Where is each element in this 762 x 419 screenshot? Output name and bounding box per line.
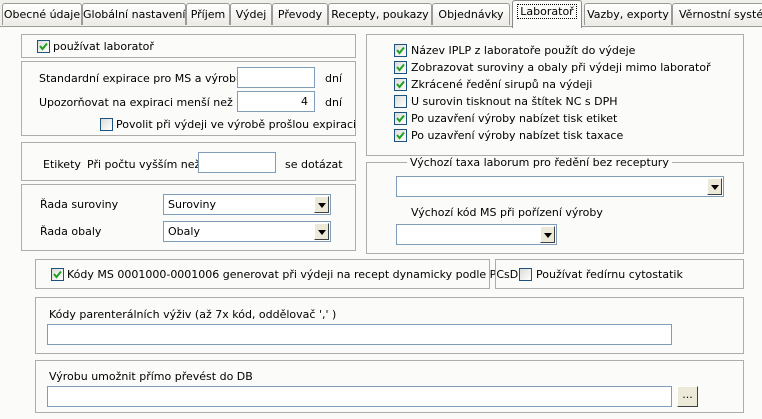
tab-orders[interactable]: Objednávky <box>432 3 510 25</box>
packaging-series-label: Řada obaly <box>40 225 102 238</box>
tax-select[interactable] <box>396 176 724 197</box>
tax-dropdown-button[interactable] <box>707 178 722 195</box>
tab-dispense[interactable]: Výdej <box>230 3 272 25</box>
ms-code-select[interactable] <box>396 224 557 245</box>
tab-bar: Obecné údaje Globální nastavení Příjem V… <box>0 0 762 28</box>
tab-receipt[interactable]: Příjem <box>186 3 230 25</box>
parenteral-label: Kódy parenterálních výživ (až 7x kód, od… <box>49 308 337 321</box>
tax-group: Výchozí taxa laborum pro ředění bez rece… <box>366 156 744 254</box>
check-icon <box>396 63 405 72</box>
allow-expired-checkbox[interactable] <box>100 118 113 131</box>
print-taxation-label: Po uzavření výroby nabízet tisk taxace <box>411 129 624 142</box>
ms-codes-label: Kódy MS 0001000-0001006 generovat při vý… <box>67 268 519 281</box>
print-labels-checkbox[interactable] <box>394 112 407 125</box>
tab-general[interactable]: Obecné údaje <box>2 3 82 25</box>
standard-expiry-input[interactable] <box>237 67 315 88</box>
check-icon <box>396 80 405 89</box>
parenteral-input[interactable] <box>47 324 672 345</box>
print-nc-vat-checkbox[interactable] <box>394 95 407 108</box>
cytostatics-checkbox[interactable] <box>519 268 532 281</box>
chevron-down-icon <box>544 233 552 238</box>
series-group: Řada suroviny Suroviny Řada obaly Obaly <box>21 184 356 251</box>
laboratory-panel: používat laboratoř Standardní expirace p… <box>0 27 762 419</box>
tab-prescriptions[interactable]: Recepty, poukazy <box>328 3 432 25</box>
use-lab-label: používat laboratoř <box>53 40 154 53</box>
ms-codes-checkbox[interactable] <box>51 268 64 281</box>
ms-codes-group: Kódy MS 0001000-0001006 generovat při vý… <box>35 259 518 289</box>
check-icon <box>396 46 405 55</box>
standard-expiry-unit: dní <box>325 72 343 85</box>
labels-title: Etikety <box>43 158 81 171</box>
expiry-group: Standardní expirace pro MS a výrobu dní … <box>21 61 356 136</box>
tab-loyalty[interactable]: Věrnostní systém <box>672 3 762 25</box>
print-nc-vat-label: U surovin tisknout na štítek NC s DPH <box>411 95 618 108</box>
labels-ask-label: se dotázat <box>285 158 343 171</box>
labels-count-input[interactable] <box>198 152 276 173</box>
tab-global-settings[interactable]: Globální nastavení <box>82 3 186 25</box>
syrup-dilution-checkbox[interactable] <box>394 78 407 91</box>
tab-laboratory[interactable]: Laboratoř <box>512 0 582 28</box>
packaging-series-dropdown-button[interactable] <box>314 223 329 240</box>
warn-expiry-unit: dní <box>325 96 343 109</box>
chevron-down-icon <box>318 203 326 208</box>
use-lab-checkbox[interactable] <box>37 40 50 53</box>
transfer-db-label: Výrobu umožnit přímo převést do DB <box>49 370 253 383</box>
print-taxation-checkbox[interactable] <box>394 129 407 142</box>
allow-expired-label: Povolit při výdeji ve výrobě prošlou exp… <box>116 118 357 131</box>
raw-series-select[interactable]: Suroviny <box>163 194 331 215</box>
check-icon <box>39 42 48 51</box>
iplp-name-label: Název IPLP z laboratoře použít do výdeje <box>411 44 636 57</box>
tab-transfers[interactable]: Převody <box>272 3 328 25</box>
warn-expiry-label: Upozorňovat na expiraci menší než <box>39 96 233 109</box>
raw-series-value: Suroviny <box>168 198 217 211</box>
raw-series-label: Řada suroviny <box>40 198 119 211</box>
check-icon <box>53 270 62 279</box>
chevron-down-icon <box>711 185 719 190</box>
print-labels-label: Po uzavření výroby nabízet tisk etiket <box>411 112 618 125</box>
lab-options-group: Název IPLP z laboratoře použít do výdeje… <box>366 34 744 156</box>
labels-group: Etikety Při počtu vyšším než se dotázat <box>21 142 356 181</box>
standard-expiry-label: Standardní expirace pro MS a výrobu <box>39 72 243 85</box>
chevron-down-icon <box>318 230 326 235</box>
syrup-dilution-label: Zkrácené ředění sirupů na výdeji <box>411 78 593 91</box>
labels-count-label: Při počtu vyšším než <box>87 158 201 171</box>
use-lab-group: používat laboratoř <box>21 34 356 58</box>
ms-code-label: Výchozí kód MS při pořízení výroby <box>411 206 603 219</box>
show-materials-checkbox[interactable] <box>394 61 407 74</box>
cytostatics-group: Používat ředírnu cytostatik <box>495 259 744 289</box>
ms-code-dropdown-button[interactable] <box>540 226 555 243</box>
show-materials-label: Zobrazovat suroviny a obaly při výdeji m… <box>411 61 711 74</box>
packaging-series-value: Obaly <box>168 225 200 238</box>
check-icon <box>396 131 405 140</box>
packaging-series-select[interactable]: Obaly <box>163 221 331 242</box>
check-icon <box>396 114 405 123</box>
tab-links-exports[interactable]: Vazby, exporty <box>584 3 672 25</box>
transfer-db-group: Výrobu umožnit přímo převést do DB ... <box>35 360 744 413</box>
iplp-name-checkbox[interactable] <box>394 44 407 57</box>
raw-series-dropdown-button[interactable] <box>314 196 329 213</box>
browse-button[interactable]: ... <box>677 386 698 407</box>
tax-group-title: Výchozí taxa laborum pro ředění bez rece… <box>407 156 672 169</box>
warn-expiry-input[interactable]: 4 <box>237 91 315 112</box>
cytostatics-label: Používat ředírnu cytostatik <box>536 268 683 281</box>
transfer-db-input[interactable] <box>47 386 672 407</box>
parenteral-group: Kódy parenterálních výživ (až 7x kód, od… <box>35 297 744 354</box>
